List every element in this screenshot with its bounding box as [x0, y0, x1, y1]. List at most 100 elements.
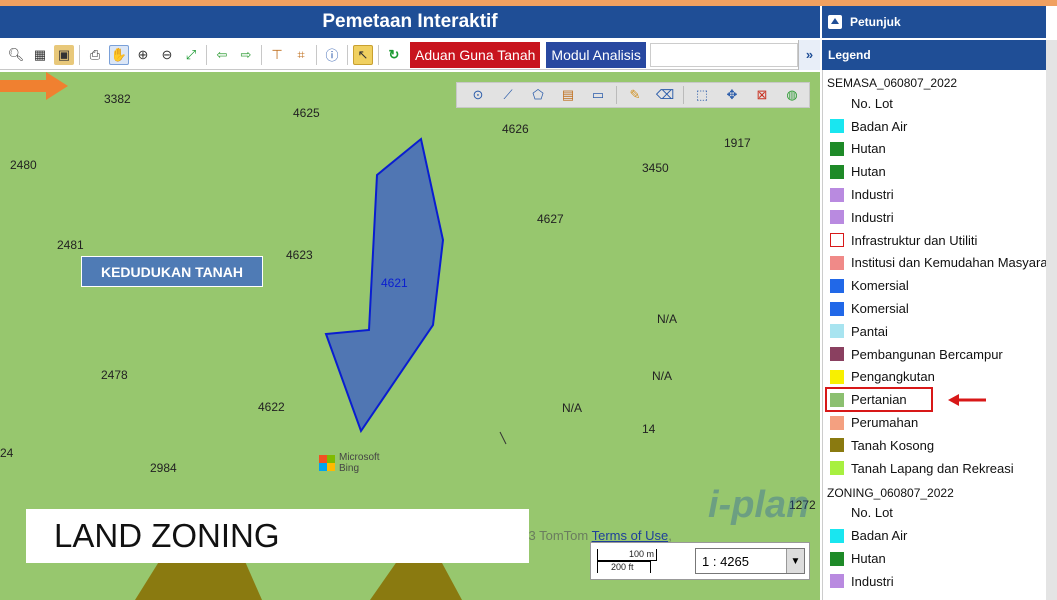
legend-scrollbar[interactable] — [1046, 40, 1057, 600]
legend-item: Badan Air — [823, 115, 1046, 138]
legend-swatch — [830, 96, 844, 110]
legend-item-label: Tanah Kosong — [851, 437, 935, 453]
map-drawing-toolbar: ⊙ ⟋ ⬠ ▤ ▭ ✎ ⌫ ⬚ ✥ ⊠ ◍ — [456, 82, 810, 108]
legend-item: Pengangkutan — [823, 366, 1046, 389]
legend-swatch — [830, 574, 844, 589]
legend-swatch — [830, 301, 844, 316]
crop-icon[interactable]: ⌗ — [291, 45, 311, 65]
rectangle-tool-icon[interactable]: ▭ — [589, 86, 607, 104]
point-tool-icon[interactable]: ⊙ — [469, 86, 487, 104]
legend-swatch — [830, 187, 844, 202]
pan-hand-icon[interactable]: ✋ — [109, 44, 129, 65]
legend-item: Pembangunan Bercampur — [823, 343, 1046, 366]
info-icon[interactable]: ⓘ — [322, 45, 342, 65]
layer-tool-icon[interactable]: ▤ — [559, 86, 577, 104]
legend-swatch — [830, 369, 844, 384]
lot-label: 24 — [0, 446, 14, 460]
legend-item-label: No. Lot — [851, 505, 893, 521]
red-arrow-icon — [948, 394, 986, 406]
lot-boundary-line — [499, 431, 507, 445]
selected-lot-label: 4621 — [381, 276, 408, 290]
legend-item-label: Industri — [851, 209, 894, 225]
legend-group-title: ZONING_060807_2022 — [827, 485, 954, 500]
legend-item: Industri — [823, 183, 1046, 206]
line-tool-icon[interactable]: ⟋ — [499, 86, 517, 104]
tools-separator — [683, 86, 684, 104]
modul-analisis-button[interactable]: Modul Analisis — [546, 41, 646, 68]
legend-swatch — [830, 324, 844, 339]
measure-icon[interactable]: ⊤ — [267, 45, 287, 65]
terms-of-use-link[interactable]: Terms of Use — [592, 528, 669, 543]
land-zoning-overlay: LAND ZONING — [26, 509, 529, 563]
basemap-icon[interactable]: ▣ — [54, 44, 74, 65]
legend-item: Pantai — [823, 320, 1046, 343]
layout-grid-icon[interactable]: ▦ — [30, 45, 50, 65]
select-tool-icon[interactable]: ⬚ — [693, 86, 711, 104]
toolbar-separator — [206, 44, 207, 65]
legend-item-label: Pertanian — [851, 392, 907, 408]
lot-label: 1917 — [724, 136, 751, 150]
lot-label: 4626 — [502, 122, 529, 136]
tools-separator — [616, 86, 617, 104]
lot-label: N/A — [657, 312, 678, 326]
print-icon[interactable]: ⎙ — [85, 45, 105, 65]
legend-swatch — [830, 415, 844, 430]
toolbar-separator — [378, 44, 379, 65]
legend-item: Perumahan — [823, 411, 1046, 434]
bing-logo: Microsoft Bing — [319, 452, 380, 474]
refresh-icon[interactable]: ↻ — [384, 45, 404, 65]
main-toolbar: 🔍︎ ▦ ▣ ⎙ ✋ ⊕ ⊖ ⤢ ⇦ ⇨ ⊤ ⌗ ⓘ ↖ ↻ Aduan Gun… — [0, 39, 820, 70]
legend-item-label: Perumahan — [851, 415, 919, 431]
zoom-in-icon[interactable]: ⊕ — [133, 45, 153, 65]
toolbar-separator — [347, 44, 348, 65]
pencil-icon[interactable]: ✎ — [626, 86, 644, 104]
delete-tool-icon[interactable]: ⊠ — [753, 86, 771, 104]
eraser-icon[interactable]: ⌫ — [656, 86, 674, 104]
legend-item-label: Tanah Lapang dan Rekreasi — [851, 460, 1014, 476]
collapse-up-icon[interactable] — [828, 15, 842, 29]
aduan-guna-tanah-button[interactable]: Aduan Guna Tanah — [410, 41, 541, 68]
globe-icon[interactable]: ◍ — [783, 86, 801, 104]
lot-label: 3382 — [104, 92, 131, 106]
legend-item: Infrastruktur dan Utiliti — [823, 229, 1046, 252]
zoom-search-icon[interactable]: 🔍︎ — [6, 45, 26, 65]
lot-label: 2984 — [150, 461, 177, 475]
legend-item-label: Infrastruktur dan Utiliti — [851, 232, 978, 248]
toolbar-separator — [79, 44, 80, 65]
legend-item: Komersial — [823, 274, 1046, 297]
microsoft-logo-icon — [319, 455, 335, 471]
full-extent-icon[interactable]: ⤢ — [181, 45, 201, 65]
legend-swatch — [830, 278, 844, 293]
scale-select[interactable]: 1 : 4265 ▼ — [695, 548, 805, 574]
legend-item: Komersial — [823, 297, 1046, 320]
legend-item: Hutan — [823, 138, 1046, 161]
forward-arrow-icon[interactable]: ⇨ — [236, 45, 256, 65]
toolbar-more-button[interactable]: » — [798, 39, 820, 70]
zoom-out-icon[interactable]: ⊖ — [157, 45, 177, 65]
legend-item: Hutan — [823, 547, 1046, 570]
legend-item: Badan Air — [823, 524, 1046, 547]
legend-swatch — [830, 392, 844, 407]
back-arrow-icon[interactable]: ⇦ — [212, 45, 232, 65]
move-tool-icon[interactable]: ✥ — [723, 86, 741, 104]
kedudukan-tanah-callout: KEDUDUKAN TANAH — [81, 256, 263, 287]
legend-panel: SEMASA_060807_2022 No. Lot Badan Air Hutan H… — [822, 70, 1046, 600]
legend-item: Pertanian — [825, 387, 933, 413]
legend-item-label: Pembangunan Bercampur — [851, 346, 1003, 362]
identify-icon[interactable]: ↖ — [353, 44, 373, 65]
legend-swatch — [830, 233, 844, 248]
lot-label: 4623 — [286, 248, 313, 262]
legend-item-label: Pantai — [851, 323, 888, 339]
lot-label: 4625 — [293, 106, 320, 120]
legend-item-label: Komersial — [851, 278, 909, 294]
help-panel-header[interactable]: Petunjuk — [822, 6, 1046, 38]
map-view[interactable]: 3382 4625 4626 1917 2480 3450 4627 2481 … — [0, 72, 820, 600]
app-window: Pemetaan Interaktif Petunjuk 🔍︎ ▦ ▣ ⎙ ✋ … — [0, 0, 1057, 600]
chevron-down-icon[interactable]: ▼ — [786, 549, 804, 573]
legend-header: Legend — [822, 40, 1046, 70]
legend-item: No. Lot — [823, 92, 1046, 115]
iplan-watermark: i-plan — [708, 484, 810, 526]
polygon-tool-icon[interactable]: ⬠ — [529, 86, 547, 104]
legend-swatch — [830, 141, 844, 156]
legend-item: Tanah Kosong — [823, 434, 1046, 457]
